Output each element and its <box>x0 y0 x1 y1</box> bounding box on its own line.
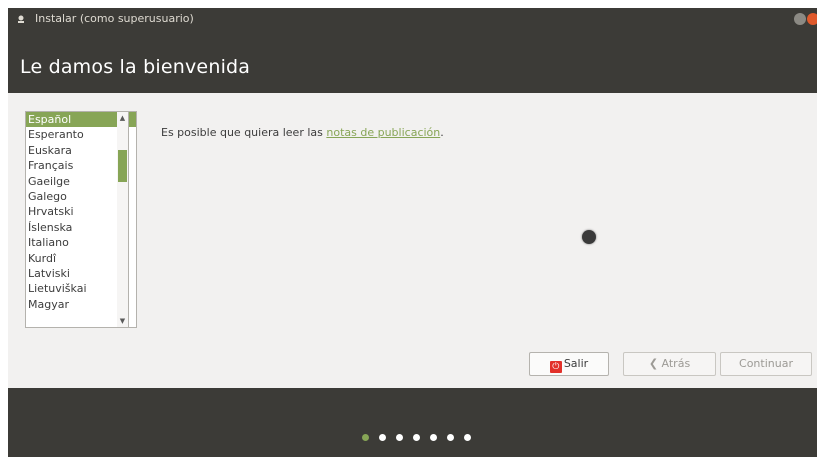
progress-dots <box>362 426 481 441</box>
scroll-thumb[interactable] <box>118 150 127 182</box>
progress-dot <box>379 434 386 441</box>
release-notes-suffix: . <box>440 126 444 139</box>
release-notes-text: Es posible que quiera leer las notas de … <box>161 126 444 139</box>
page-header: Le damos la bienvenida <box>8 30 817 93</box>
release-notes-link[interactable]: notas de publicación <box>326 126 440 139</box>
main-content: Español Esperanto Euskara Français Gaeilge Ga… <box>8 93 817 388</box>
language-list-scrollbar[interactable]: ▲ ▼ <box>117 111 129 328</box>
continue-button[interactable]: Continuar <box>720 352 812 376</box>
progress-dot <box>447 434 454 441</box>
window-title: Instalar (como superusuario) <box>35 12 194 25</box>
progress-footer <box>8 388 817 457</box>
scroll-down-icon[interactable]: ▼ <box>117 315 128 327</box>
page-title: Le damos la bienvenida <box>20 56 251 78</box>
quit-button[interactable]: ⏻ Salir <box>529 352 609 376</box>
installer-window: Instalar (como superusuario) Le damos la… <box>8 8 817 457</box>
back-button[interactable]: ❮ Atrás <box>623 352 716 376</box>
close-button[interactable] <box>807 13 817 25</box>
back-button-label: Atrás <box>661 357 691 370</box>
power-icon: ⏻ <box>549 361 562 373</box>
chevron-left-icon: ❮ <box>648 357 662 370</box>
installer-icon <box>18 15 24 23</box>
progress-dot <box>362 434 369 441</box>
progress-dot <box>430 434 437 441</box>
title-bar: Instalar (como superusuario) <box>8 8 817 30</box>
spinner-icon <box>582 230 596 244</box>
scroll-up-icon[interactable]: ▲ <box>117 112 128 124</box>
minimize-button[interactable] <box>794 13 806 25</box>
progress-dot <box>464 434 471 441</box>
progress-dot <box>396 434 403 441</box>
quit-button-label: Salir <box>563 357 589 370</box>
continue-button-label: Continuar <box>739 357 793 370</box>
release-notes-prefix: Es posible que quiera leer las <box>161 126 327 139</box>
progress-dot <box>413 434 420 441</box>
